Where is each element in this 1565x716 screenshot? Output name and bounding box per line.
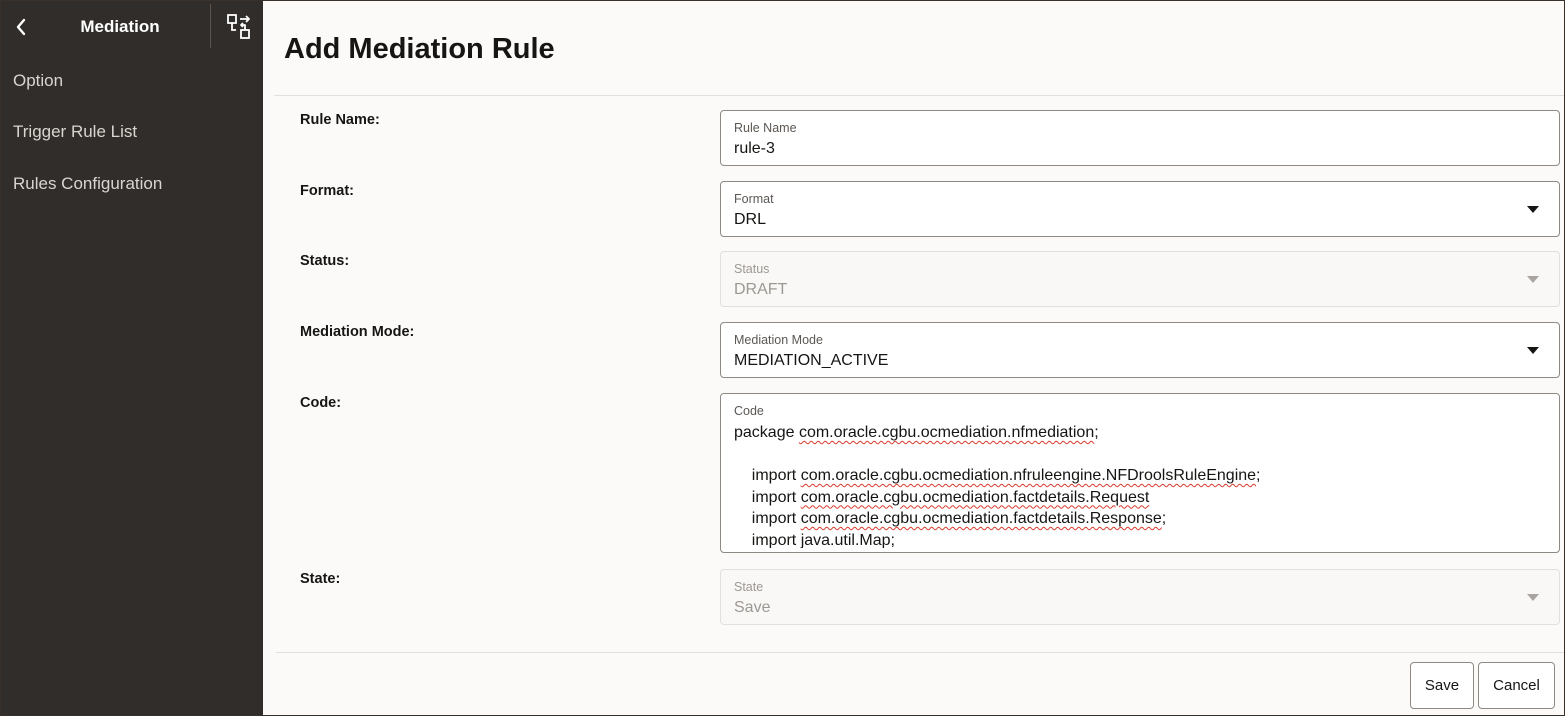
code-field-label: Code	[734, 404, 764, 418]
code-line: import com.oracle.cgbu.ocmediation.factd…	[734, 488, 1150, 506]
code-line: import com.oracle.cgbu.ocmediation.nfrul…	[734, 467, 1261, 484]
rule-name-field-label: Rule Name	[734, 121, 797, 135]
format-row-label: Format:	[300, 183, 354, 199]
swap-layout-button[interactable]	[225, 12, 253, 42]
mediation-mode-select[interactable]: Mediation Mode MEDIATION_ACTIVE	[720, 322, 1560, 378]
state-row-label: State:	[300, 571, 341, 587]
code-line: import com.oracle.cgbu.ocmediation.factd…	[734, 510, 1167, 527]
rule-name-row-label: Rule Name:	[300, 112, 380, 128]
save-button[interactable]: Save	[1410, 662, 1474, 709]
code-editor[interactable]: Code package com.oracle.cgbu.ocmediation…	[720, 393, 1560, 553]
status-field-label: Status	[734, 262, 770, 276]
sidebar-title: Mediation	[80, 17, 160, 36]
status-row-label: Status:	[300, 253, 350, 269]
state-field-label: State	[734, 580, 764, 594]
cancel-button[interactable]: Cancel	[1478, 662, 1555, 709]
footer-divider	[276, 652, 1564, 653]
chevron-down-icon[interactable]	[1527, 347, 1539, 354]
swap-layout-icon	[227, 14, 250, 39]
state-select: State Save	[720, 569, 1560, 625]
mediation-mode-value: MEDIATION_ACTIVE	[734, 352, 889, 369]
status-value: DRAFT	[734, 281, 788, 298]
sidebar-divider	[210, 4, 211, 48]
format-field-label: Format	[734, 192, 774, 206]
rule-name-value[interactable]: rule-3	[734, 140, 775, 158]
code-line: import java.util.Map;	[734, 531, 895, 549]
sidebar-item-trigger-rule-list[interactable]: Trigger Rule List	[13, 122, 137, 142]
mediation-mode-field-label: Mediation Mode	[734, 333, 823, 347]
format-select[interactable]: Format DRL	[720, 181, 1560, 237]
code-textarea[interactable]: package com.oracle.cgbu.ocmediation.nfme…	[734, 422, 1549, 548]
sidebar-item-rules-configuration[interactable]: Rules Configuration	[13, 174, 162, 194]
back-button[interactable]	[10, 14, 32, 40]
chevron-down-icon	[1527, 276, 1539, 283]
state-value: Save	[734, 599, 771, 616]
rule-name-field[interactable]: Rule Name rule-3	[720, 110, 1560, 166]
page-title: Add Mediation Rule	[284, 33, 555, 65]
sidebar: Mediation Option Trigger Rule List Rules…	[0, 0, 263, 716]
sidebar-header: Mediation	[0, 0, 263, 56]
main-content: Add Mediation Rule Rule Name: Rule Name …	[263, 0, 1565, 716]
code-line: package com.oracle.cgbu.ocmediation.nfme…	[734, 424, 1099, 441]
code-row-label: Code:	[300, 395, 342, 411]
format-value: DRL	[734, 211, 767, 228]
sidebar-item-option[interactable]: Option	[13, 71, 63, 91]
chevron-down-icon	[1527, 594, 1539, 601]
chevron-left-icon	[16, 18, 26, 36]
status-select: Status DRAFT	[720, 251, 1560, 307]
mediation-mode-row-label: Mediation Mode:	[300, 324, 415, 340]
chevron-down-icon[interactable]	[1527, 206, 1539, 213]
title-divider	[274, 95, 1564, 96]
